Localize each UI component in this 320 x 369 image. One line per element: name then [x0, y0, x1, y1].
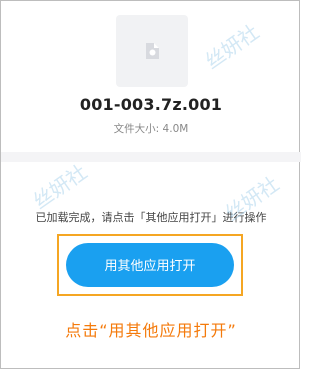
watermark: 丝妍社	[28, 159, 92, 214]
file-generic-icon	[146, 43, 159, 59]
watermark: 丝妍社	[200, 19, 264, 74]
open-with-other-app-button[interactable]: 用其他应用打开	[66, 243, 234, 287]
status-message: 已加载完成，请点击「其他应用打开」进行操作	[35, 211, 267, 224]
file-size: 文件大小: 4.0M	[113, 123, 189, 135]
file-name: 001-003.7z.001	[79, 95, 223, 114]
instruction-caption: 点击“用其他应用打开”	[65, 321, 237, 340]
file-preview	[116, 15, 188, 87]
screen-frame: 001-003.7z.001 文件大小: 4.0M 已加载完成，请点击「其他应用…	[0, 0, 301, 369]
section-divider	[1, 152, 301, 162]
